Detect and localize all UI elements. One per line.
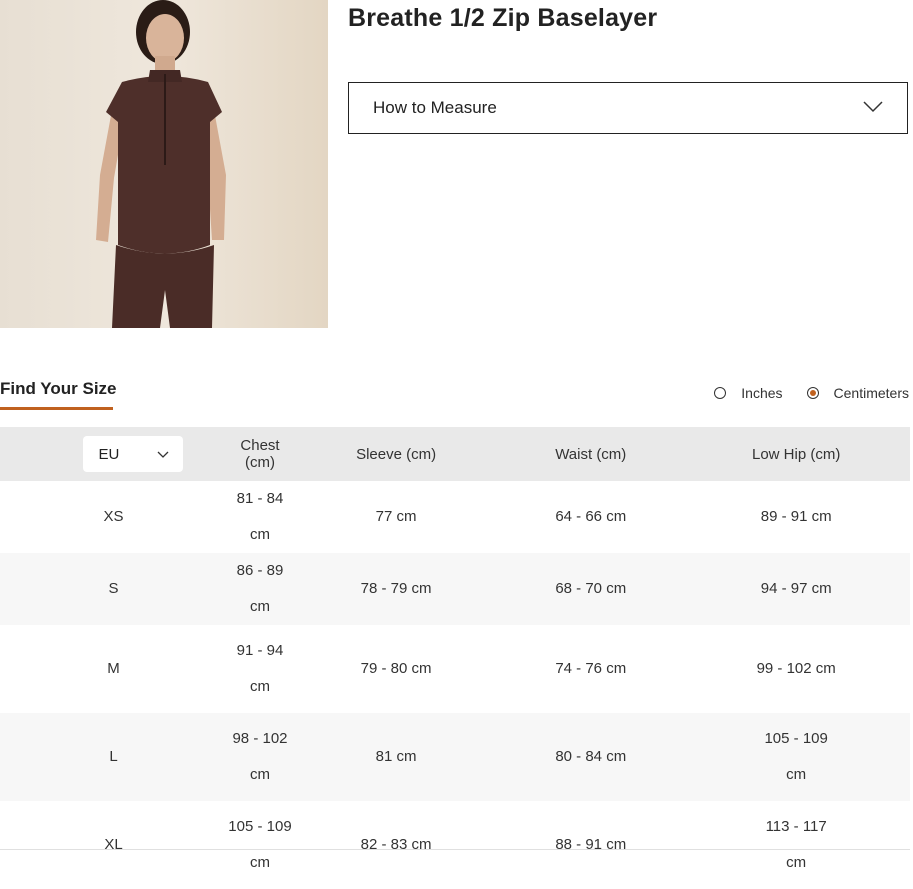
size-cell: XL bbox=[104, 836, 123, 853]
hip-cell: 94 - 97 cm bbox=[682, 553, 910, 625]
hip-value: 105 - 109 cm bbox=[764, 730, 828, 783]
table-bottom-border bbox=[0, 849, 910, 850]
unit-label-centimeters: Centimeters bbox=[833, 385, 909, 401]
size-cell: L bbox=[0, 713, 227, 801]
size-cell: M bbox=[107, 660, 120, 677]
radio-centimeters[interactable] bbox=[806, 387, 819, 399]
hip-cell: 105 - 109 cm bbox=[682, 713, 910, 801]
size-system-cell: EU bbox=[0, 427, 227, 481]
product-image bbox=[0, 0, 328, 328]
column-header-waist: Waist (cm) bbox=[499, 427, 683, 481]
sleeve-cell: 81 cm bbox=[293, 713, 500, 801]
table-header-row: EU Chest (cm) Sleeve (cm) Waist (cm) Low… bbox=[0, 427, 910, 481]
unit-option-centimeters[interactable]: Centimeters bbox=[806, 385, 909, 401]
table-row: XL 105 - 109 cm 82 - 83 cm 88 - 91 cm 11… bbox=[0, 801, 910, 889]
sleeve-cell: 77 cm bbox=[375, 508, 417, 525]
unit-option-inches[interactable]: Inches bbox=[714, 385, 783, 401]
how-to-measure-label: How to Measure bbox=[373, 98, 497, 117]
chest-cell: 105 - 109 cm bbox=[228, 818, 292, 871]
waist-cell: 80 - 84 cm bbox=[499, 713, 683, 801]
table-row: S 86 - 89 cm 78 - 79 cm 68 - 70 cm 94 - … bbox=[0, 553, 910, 625]
hip-cell: 113 - 117 cm bbox=[682, 801, 910, 889]
sleeve-cell: 79 - 80 cm bbox=[360, 660, 432, 677]
radio-inches[interactable] bbox=[714, 387, 727, 399]
size-chart-table: EU Chest (cm) Sleeve (cm) Waist (cm) Low… bbox=[0, 427, 910, 889]
table-row: M 91 - 94 cm 79 - 80 cm 74 - 76 cm 99 - … bbox=[0, 625, 910, 713]
chest-cell: 91 - 94 cm bbox=[236, 642, 284, 695]
waist-cell: 74 - 76 cm bbox=[555, 660, 627, 677]
sleeve-cell: 78 - 79 cm bbox=[293, 553, 500, 625]
column-header-chest: Chest (cm) bbox=[227, 427, 293, 481]
column-header-sleeve: Sleeve (cm) bbox=[293, 427, 500, 481]
table-row: L 98 - 102 cm 81 cm 80 - 84 cm 105 - 109… bbox=[0, 713, 910, 801]
chest-cell: 86 - 89 cm bbox=[227, 553, 293, 625]
unit-label-inches: Inches bbox=[741, 385, 783, 401]
table-row: XS 81 - 84 cm 77 cm 64 - 66 cm 89 - 91 c… bbox=[0, 481, 910, 553]
waist-cell: 88 - 91 cm bbox=[555, 836, 627, 853]
hip-value: 113 - 117 cm bbox=[765, 818, 827, 871]
hip-cell: 89 - 91 cm bbox=[760, 508, 832, 525]
chest-cell: 98 - 102 cm bbox=[227, 713, 293, 801]
unit-toggle: Inches Centimeters bbox=[714, 385, 909, 401]
size-cell: S bbox=[0, 553, 227, 625]
product-title: Breathe 1/2 Zip Baselayer bbox=[348, 4, 658, 32]
model-illustration bbox=[0, 0, 328, 328]
waist-cell: 68 - 70 cm bbox=[499, 553, 683, 625]
chest-cell: 81 - 84 cm bbox=[236, 490, 284, 543]
size-cell: XS bbox=[103, 508, 124, 525]
size-system-value: EU bbox=[98, 445, 120, 463]
chevron-down-icon bbox=[863, 98, 883, 118]
hip-cell: 99 - 102 cm bbox=[682, 625, 910, 713]
hip-value: 99 - 102 cm bbox=[756, 660, 836, 677]
chevron-down-icon bbox=[157, 446, 169, 463]
waist-cell: 64 - 66 cm bbox=[555, 508, 627, 525]
find-your-size-underline bbox=[0, 407, 113, 410]
size-system-select[interactable]: EU bbox=[82, 436, 183, 472]
sleeve-cell: 82 - 83 cm bbox=[360, 836, 432, 853]
column-header-low-hip: Low Hip (cm) bbox=[682, 427, 910, 481]
find-your-size-heading: Find Your Size bbox=[0, 379, 117, 398]
how-to-measure-accordion[interactable]: How to Measure bbox=[348, 82, 908, 134]
